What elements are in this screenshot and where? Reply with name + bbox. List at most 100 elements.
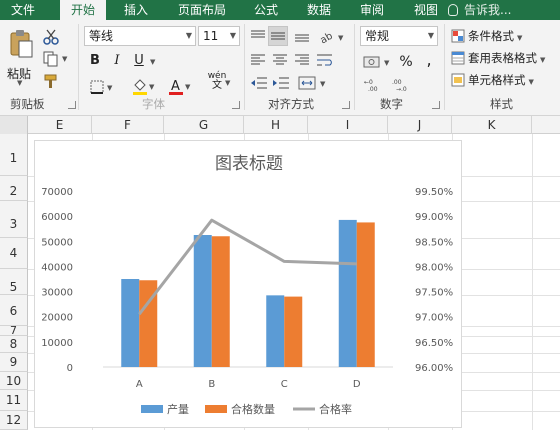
row-header-7[interactable]: 7 — [0, 325, 28, 336]
comma-style-button[interactable]: , — [422, 50, 436, 70]
tab-page-layout[interactable]: 页面布局 — [170, 0, 234, 20]
italic-button[interactable]: I — [108, 52, 126, 70]
row-header-2[interactable]: 2 — [0, 176, 28, 201]
align-middle-button[interactable] — [268, 26, 288, 46]
number-dialog-launcher[interactable] — [432, 101, 440, 109]
merge-center-icon[interactable] — [298, 76, 316, 90]
column-header-j[interactable]: J — [388, 116, 452, 134]
clipboard-dialog-launcher[interactable] — [68, 101, 76, 109]
x-tick-label: B — [208, 379, 215, 390]
chevron-down-icon: ▼ — [185, 83, 191, 91]
wrap-text-icon[interactable] — [316, 52, 334, 68]
align-top-icon[interactable] — [250, 30, 266, 42]
paste-button[interactable]: 粘贴 ▼ — [4, 26, 36, 87]
chevron-down-icon: ▼ — [338, 34, 344, 42]
y2-tick-label: 96.50% — [415, 338, 453, 349]
line-series-pass-rate[interactable] — [138, 218, 357, 316]
row-header-1[interactable]: 1 — [0, 134, 28, 176]
select-all-corner[interactable] — [0, 116, 28, 134]
bold-button[interactable]: B — [86, 52, 104, 70]
format-as-table-button[interactable]: 套用表格格式 ▼ — [450, 48, 558, 68]
column-header-h[interactable]: H — [244, 116, 308, 134]
conditional-format-icon — [451, 29, 465, 43]
chart-title[interactable]: 图表标题 — [215, 154, 283, 174]
chevron-down-icon: ▼ — [384, 59, 390, 67]
column-header-i[interactable]: I — [308, 116, 388, 134]
tab-home[interactable]: 开始 — [60, 0, 106, 20]
legend-swatch — [205, 405, 227, 413]
row-header-11[interactable]: 11 — [0, 390, 28, 411]
phonetic-guide-button[interactable]: wén 文 ▼ — [204, 70, 231, 94]
tab-formulas[interactable]: 公式 — [243, 0, 289, 20]
font-name-select[interactable]: 等线 ▼ — [84, 26, 196, 46]
chart-object[interactable]: 图表标题 0 10000 20000 30000 40000 50000 60000 7000… — [34, 140, 462, 428]
align-right-icon[interactable] — [294, 54, 310, 66]
chart-legend[interactable]: 产量 合格数量 合格率 — [141, 402, 352, 416]
chevron-down-icon: ▼ — [150, 58, 156, 66]
fill-color-button[interactable]: ▼ — [130, 76, 156, 96]
align-center-icon[interactable] — [272, 54, 288, 66]
increase-decimal-icon[interactable]: ←0.00 — [364, 78, 384, 92]
tab-file[interactable]: 文件 — [0, 0, 46, 20]
y-axis-labels: 0 10000 20000 30000 40000 50000 60000 70000 — [41, 187, 73, 374]
paintbrush-icon — [44, 74, 57, 88]
table-format-label: 套用表格格式 — [468, 51, 537, 65]
row-header-8[interactable]: 8 — [0, 336, 28, 353]
chevron-down-icon: ▼ — [185, 31, 192, 40]
x-tick-label: C — [281, 379, 288, 390]
grid-line — [532, 134, 533, 430]
y-tick-label: 50000 — [41, 237, 73, 248]
number-format-value: 常规 — [365, 29, 390, 43]
format-painter-button[interactable] — [40, 70, 60, 90]
tab-view[interactable]: 视图 — [403, 0, 449, 20]
borders-button[interactable]: ▼ — [88, 78, 114, 96]
group-label-font: 字体 — [142, 97, 165, 111]
cut-button[interactable] — [40, 26, 60, 46]
decrease-decimal-icon[interactable]: .00→.0 — [392, 78, 412, 92]
accounting-format-button[interactable]: ▼ — [362, 52, 392, 72]
row-header-5[interactable]: 5 — [0, 269, 28, 295]
y2-axis-labels: 96.00% 96.50% 97.00% 97.50% 98.00% 98.50% 99.0… — [415, 187, 453, 374]
increase-indent-icon[interactable] — [272, 76, 290, 90]
currency-icon — [363, 56, 380, 68]
cell-styles-button[interactable]: 单元格样式 ▼ — [450, 70, 558, 90]
tab-insert[interactable]: 插入 — [113, 0, 159, 20]
align-left-icon[interactable] — [250, 54, 266, 66]
tell-me-label: 告诉我... — [464, 3, 512, 17]
font-dialog-launcher[interactable] — [232, 101, 240, 109]
tell-me-search[interactable]: 告诉我... — [448, 0, 511, 20]
y2-tick-label: 98.50% — [415, 237, 453, 248]
group-divider — [354, 24, 355, 110]
row-header-4[interactable]: 4 — [0, 238, 28, 269]
x-tick-label: D — [353, 379, 361, 390]
scissors-icon — [43, 29, 59, 45]
row-header-9[interactable]: 9 — [0, 353, 28, 372]
column-header-e[interactable]: E — [28, 116, 92, 134]
column-header-g[interactable]: G — [164, 116, 244, 134]
underline-button[interactable]: U — [130, 52, 148, 70]
align-bottom-icon[interactable] — [294, 30, 310, 42]
y-tick-label: 20000 — [41, 313, 73, 324]
bar-output-a — [121, 279, 140, 367]
row-header-3[interactable]: 3 — [0, 201, 28, 238]
font-color-button[interactable]: A ▼ — [166, 76, 192, 96]
y-tick-label: 0 — [67, 363, 73, 374]
alignment-dialog-launcher[interactable] — [342, 101, 350, 109]
column-header-f[interactable]: F — [92, 116, 164, 134]
row-header-10[interactable]: 10 — [0, 372, 28, 390]
column-header-k[interactable]: K — [452, 116, 532, 134]
copy-button[interactable]: ▼ — [40, 48, 70, 68]
row-header-12[interactable]: 12 — [0, 411, 28, 430]
decrease-indent-icon[interactable] — [250, 76, 268, 90]
conditional-formatting-button[interactable]: 条件格式 ▼ — [450, 26, 558, 46]
percent-button[interactable]: % — [398, 52, 414, 72]
tab-review[interactable]: 审阅 — [349, 0, 395, 20]
orientation-icon[interactable]: ab — [318, 28, 336, 44]
group-label-alignment: 对齐方式 — [268, 97, 314, 111]
row-header-6[interactable]: 6 — [0, 295, 28, 326]
number-format-select[interactable]: 常规 ▼ — [360, 26, 438, 46]
bar-qualified-b — [211, 236, 230, 367]
font-size-select[interactable]: 11 ▼ — [198, 26, 240, 46]
tab-data[interactable]: 数据 — [296, 0, 342, 20]
legend-label: 合格率 — [319, 402, 352, 416]
